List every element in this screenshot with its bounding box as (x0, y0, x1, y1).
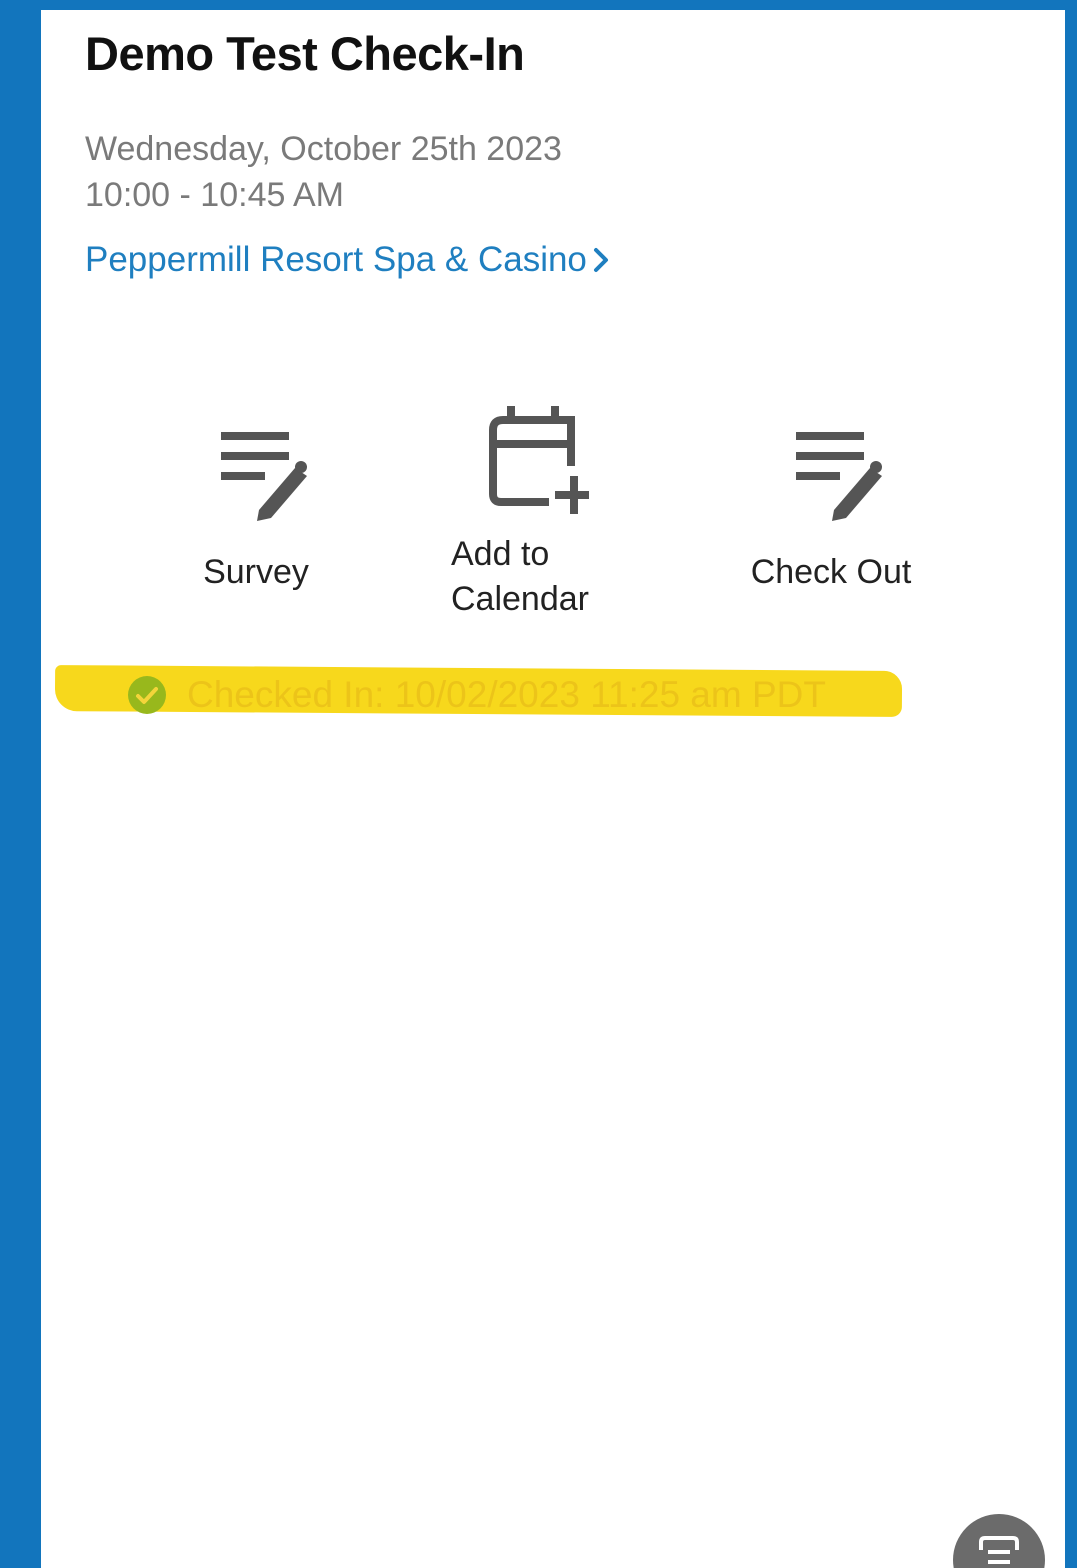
survey-label: Survey (203, 553, 309, 591)
calendar-add-icon (439, 406, 619, 518)
calendar-label-line1: Add to (451, 535, 550, 573)
edit-note-icon (731, 430, 931, 522)
chat-icon (973, 1514, 1025, 1568)
venue-link[interactable]: Peppermill Resort Spa & Casino (85, 240, 611, 280)
chevron-right-icon (591, 246, 611, 274)
edit-note-icon (181, 430, 331, 522)
checked-in-status: Checked In: 10/02/2023 11:25 am PDT (127, 674, 826, 716)
check-out-button[interactable]: Check Out (731, 430, 931, 595)
venue-label: Peppermill Resort Spa & Casino (85, 240, 587, 279)
survey-button[interactable]: Survey (181, 430, 331, 595)
check-out-label: Check Out (750, 553, 912, 591)
calendar-label: Add to Calendar (439, 532, 621, 622)
event-date: Wednesday, October 25th 2023 (85, 130, 562, 168)
chat-fab-button[interactable] (953, 1514, 1045, 1568)
event-time: 10:00 - 10:45 AM (85, 176, 344, 214)
checked-in-text: Checked In: 10/02/2023 11:25 am PDT (187, 674, 826, 715)
calendar-label-line2: Calendar (451, 580, 589, 618)
event-title: Demo Test Check-In (85, 27, 525, 80)
add-to-calendar-button[interactable]: Add to Calendar (439, 406, 619, 622)
check-circle-icon (127, 675, 167, 715)
event-detail-screen: Demo Test Check-In Wednesday, October 25… (41, 10, 1065, 1568)
